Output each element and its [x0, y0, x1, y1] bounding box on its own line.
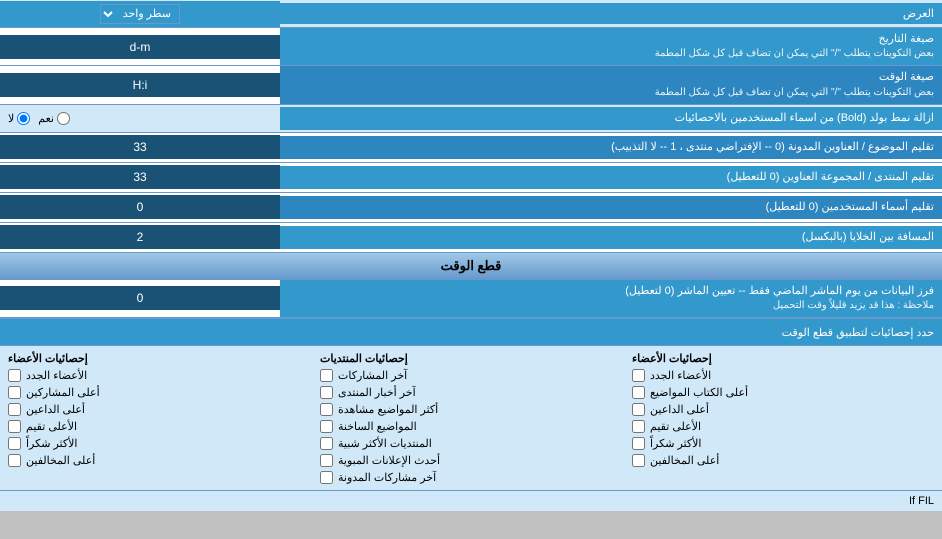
col3-check-5[interactable] [8, 454, 21, 467]
col2-item-6: آخر مشاركات المدونة [320, 471, 622, 484]
time-format-input[interactable] [8, 78, 272, 92]
bold-remove-label: ازالة نمط بولد (Bold) من اسماء المستخدمي… [280, 107, 942, 130]
col2-check-1[interactable] [320, 386, 333, 399]
col1-check-0[interactable] [632, 369, 645, 382]
col2-item-2: أكثر المواضيع مشاهدة [320, 403, 622, 416]
display-select[interactable]: سطر واحد سطرين ثلاثة أسطر [100, 4, 180, 24]
radio-no-label[interactable]: لا [8, 112, 30, 125]
col3-item-5: أعلى المخالفين [8, 454, 310, 467]
col3-check-2[interactable] [8, 403, 21, 416]
col2-header: إحصائيات المنتديات [320, 352, 622, 365]
checkbox-col-3: إحصائيات الأعضاء الأعضاء الجدد أعلى المش… [8, 352, 310, 484]
col2-item-1: آخر أخبار المنتدى [320, 386, 622, 399]
time-format-row: صيغة الوقت بعض التكوينات يتطلب "/" التي … [0, 66, 942, 104]
cell-spacing-input-wrapper [0, 225, 280, 249]
cell-spacing-label: المسافة بين الخلايا (بالبكسل) [280, 226, 942, 249]
topic-title-row: تقليم الموضوع / العناوين المدونة (0 -- ا… [0, 133, 942, 163]
col1-check-1[interactable] [632, 386, 645, 399]
col1-item-2: أعلى الداعين [632, 403, 934, 416]
header-row: العرض سطر واحد سطرين ثلاثة أسطر [0, 0, 942, 28]
col2-check-0[interactable] [320, 369, 333, 382]
radio-yes-label[interactable]: نعم [38, 112, 70, 125]
footer: If FIL [0, 490, 942, 511]
date-format-row: صيغة التاريخ بعض التكوينات يتطلب "/" الت… [0, 28, 942, 66]
col3-item-3: الأعلى تقيم [8, 420, 310, 433]
forum-group-row: تقليم المنتدى / المجموعة العناوين (0 للت… [0, 163, 942, 193]
col1-header: إحصائيات الأعضاء [632, 352, 934, 365]
forum-group-input-wrapper [0, 165, 280, 189]
topic-title-input-wrapper [0, 135, 280, 159]
col3-item-0: الأعضاء الجدد [8, 369, 310, 382]
date-format-input-wrapper [0, 35, 280, 59]
col3-item-1: أعلى المشاركين [8, 386, 310, 399]
bold-remove-row: ازالة نمط بولد (Bold) من اسماء المستخدمي… [0, 105, 942, 133]
radio-yes[interactable] [57, 112, 70, 125]
col3-check-0[interactable] [8, 369, 21, 382]
col1-item-5: أعلى المخالفين [632, 454, 934, 467]
stats-limit-row: حدد إحصائيات لتطبيق قطع الوقت [0, 318, 942, 346]
cut-time-label: فرز البيانات من يوم الماشر الماضي فقط --… [280, 280, 942, 317]
checkbox-col-2: إحصائيات المنتديات آخر المشاركات آخر أخب… [320, 352, 622, 484]
header-select-area[interactable]: سطر واحد سطرين ثلاثة أسطر [0, 1, 280, 27]
username-count-row: تقليم أسماء المستخدمين (0 للتعطيل) [0, 193, 942, 223]
forum-group-label: تقليم المنتدى / المجموعة العناوين (0 للت… [280, 166, 942, 189]
topic-title-label: تقليم الموضوع / العناوين المدونة (0 -- ا… [280, 136, 942, 159]
col2-check-5[interactable] [320, 454, 333, 467]
col3-check-1[interactable] [8, 386, 21, 399]
col2-item-3: المواضيع الساخنة [320, 420, 622, 433]
col2-check-3[interactable] [320, 420, 333, 433]
cell-spacing-input[interactable] [8, 230, 272, 244]
col1-item-4: الأكثر شكراً [632, 437, 934, 450]
checkboxes-container: إحصائيات الأعضاء الأعضاء الجدد أعلى الكت… [0, 346, 942, 490]
forum-group-input[interactable] [8, 170, 272, 184]
date-format-label: صيغة التاريخ بعض التكوينات يتطلب "/" الت… [280, 28, 942, 65]
col1-check-2[interactable] [632, 403, 645, 416]
cut-time-header: قطع الوقت [0, 253, 942, 280]
username-count-label: تقليم أسماء المستخدمين (0 للتعطيل) [280, 196, 942, 219]
col2-item-5: أحدث الإعلانات المبوية [320, 454, 622, 467]
topic-title-input[interactable] [8, 140, 272, 154]
col2-check-2[interactable] [320, 403, 333, 416]
cell-spacing-row: المسافة بين الخلايا (بالبكسل) [0, 223, 942, 253]
col1-check-4[interactable] [632, 437, 645, 450]
time-format-label: صيغة الوقت بعض التكوينات يتطلب "/" التي … [280, 66, 942, 103]
col3-header: إحصائيات الأعضاء [8, 352, 310, 365]
col3-item-2: أعلى الداعين [8, 403, 310, 416]
col2-item-4: المنتديات الأكثر شبية [320, 437, 622, 450]
col2-item-0: آخر المشاركات [320, 369, 622, 382]
time-format-input-wrapper [0, 73, 280, 97]
col3-check-4[interactable] [8, 437, 21, 450]
col1-check-3[interactable] [632, 420, 645, 433]
cut-time-row: فرز البيانات من يوم الماشر الماضي فقط --… [0, 280, 942, 318]
radio-no[interactable] [17, 112, 30, 125]
col3-item-4: الأكثر شكراً [8, 437, 310, 450]
col3-check-3[interactable] [8, 420, 21, 433]
col2-check-6[interactable] [320, 471, 333, 484]
col1-item-3: الأعلى تقيم [632, 420, 934, 433]
cut-time-input[interactable] [8, 291, 272, 305]
col1-item-0: الأعضاء الجدد [632, 369, 934, 382]
stats-limit-label: حدد إحصائيات لتطبيق قطع الوقت [8, 326, 934, 339]
bold-remove-radio-area: نعم لا [0, 109, 280, 128]
main-container: العرض سطر واحد سطرين ثلاثة أسطر صيغة الت… [0, 0, 942, 511]
username-count-input[interactable] [8, 200, 272, 214]
col1-item-1: أعلى الكتاب المواضيع [632, 386, 934, 399]
checkbox-col-1: إحصائيات الأعضاء الأعضاء الجدد أعلى الكت… [632, 352, 934, 484]
cut-time-input-wrapper [0, 286, 280, 310]
username-count-input-wrapper [0, 195, 280, 219]
col2-check-4[interactable] [320, 437, 333, 450]
header-label: العرض [280, 3, 942, 24]
col1-check-5[interactable] [632, 454, 645, 467]
date-format-input[interactable] [8, 40, 272, 54]
